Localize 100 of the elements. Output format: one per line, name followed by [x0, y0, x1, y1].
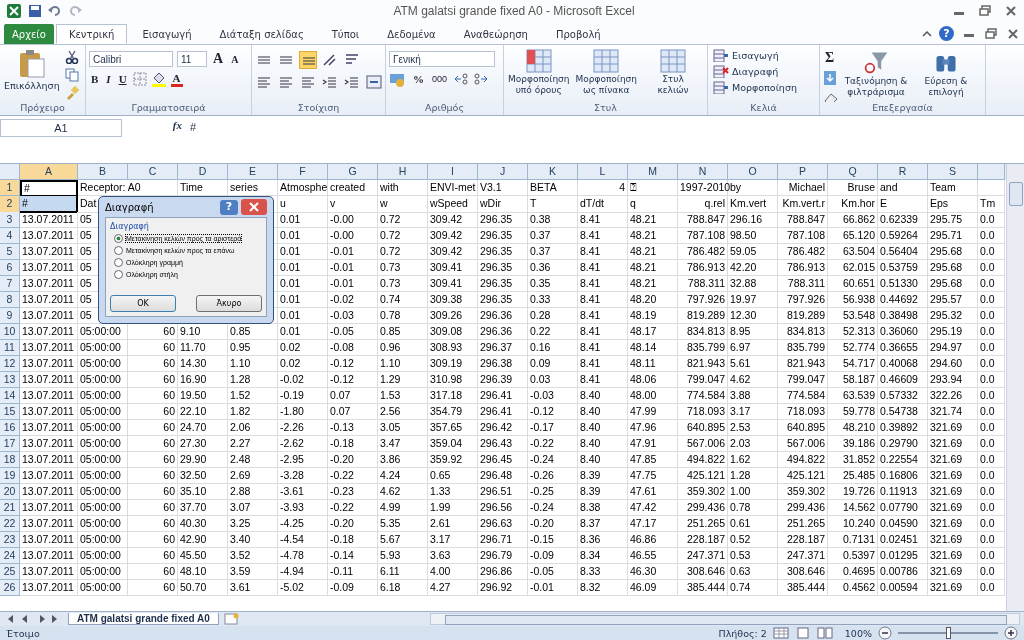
zoom-slider[interactable]	[946, 627, 951, 639]
cells-button[interactable]: Εισαγωγή	[711, 47, 781, 63]
number-format-field[interactable]: Γενική	[389, 51, 495, 67]
column-header[interactable]: K	[528, 164, 578, 180]
column-header[interactable]: E	[228, 164, 278, 180]
row-header[interactable]: 20	[0, 484, 20, 500]
ribbon-tab[interactable]: Αναθεώρηση	[450, 24, 541, 44]
paste-button[interactable]: Επικόλληση	[3, 47, 61, 93]
sort-filter-button[interactable]: Ταξινόμηση & φιλτράρισμα	[843, 47, 909, 100]
row-header[interactable]: 24	[0, 548, 20, 564]
font-name-field[interactable]: Calibri	[89, 51, 173, 67]
redo-icon[interactable]	[68, 4, 82, 18]
new-sheet-icon[interactable]	[222, 613, 241, 625]
formula-field[interactable]: #	[190, 119, 1024, 135]
row-header[interactable]: 25	[0, 564, 20, 580]
row-header[interactable]: 6	[0, 260, 20, 276]
page-layout-icon[interactable]	[794, 627, 811, 639]
fill-color-icon[interactable]	[150, 71, 167, 87]
ribbon-tab[interactable]: Δεδομένα	[374, 24, 449, 44]
row-header[interactable]: 3	[0, 212, 20, 228]
column-header[interactable]: P	[778, 164, 828, 180]
row-header[interactable]: 8	[0, 292, 20, 308]
row-header[interactable]: 23	[0, 532, 20, 548]
font-size-field[interactable]: 11	[177, 51, 207, 67]
cells-button[interactable]: Μορφοποίηση	[711, 79, 799, 95]
column-header[interactable]: C	[128, 164, 178, 180]
thousands-button[interactable]: 000	[430, 74, 450, 84]
increase-decimal-icon[interactable]	[453, 71, 470, 87]
ribbon-tab[interactable]: Προβολή	[542, 24, 614, 44]
merge-cells-icon[interactable]	[365, 73, 382, 91]
horizontal-scrollbar[interactable]	[430, 613, 1020, 625]
sheet-tab[interactable]: ATM galatsi grande fixed A0	[68, 613, 219, 625]
page-break-icon[interactable]	[816, 627, 833, 639]
restore-icon[interactable]	[978, 5, 992, 17]
row-header[interactable]: 12	[0, 356, 20, 372]
column-header[interactable]: S	[928, 164, 978, 180]
fill-down-icon[interactable]	[823, 70, 839, 86]
row-header[interactable]: 22	[0, 516, 20, 532]
close-button[interactable]	[241, 199, 267, 215]
row-header[interactable]: 15	[0, 404, 20, 420]
column-header[interactable]: I	[428, 164, 478, 180]
dialog-button[interactable]: Άκυρο	[196, 295, 262, 312]
zoom-out-icon[interactable]	[878, 626, 892, 640]
currency-icon[interactable]	[389, 71, 407, 87]
row-header[interactable]: 11	[0, 340, 20, 356]
grow-font-button[interactable]: A	[211, 51, 226, 67]
column-header[interactable]: R	[878, 164, 928, 180]
radio-button[interactable]	[114, 258, 123, 267]
cells-button[interactable]: Διαγραφή	[711, 63, 781, 79]
column-header[interactable]: F	[278, 164, 328, 180]
column-header[interactable]: M	[628, 164, 678, 180]
normal-view-icon[interactable]	[772, 627, 789, 639]
vertical-scrollbar[interactable]	[1006, 164, 1024, 611]
row-header[interactable]: 1	[0, 180, 20, 196]
help-button[interactable]: ?	[939, 26, 954, 41]
ribbon-tab[interactable]: Διάταξη σελίδας	[206, 24, 317, 44]
column-header[interactable]: B	[78, 164, 128, 180]
dialog-button[interactable]: OK	[110, 295, 176, 312]
row-header[interactable]: 14	[0, 388, 20, 404]
row-header[interactable]: 26	[0, 580, 20, 596]
column-header[interactable]: L	[578, 164, 628, 180]
radio-button[interactable]	[114, 246, 123, 255]
radio-button[interactable]	[114, 270, 123, 279]
zoom-level[interactable]: 100%	[844, 627, 872, 639]
row-header[interactable]: 4	[0, 228, 20, 244]
row-header[interactable]: 18	[0, 452, 20, 468]
radio-button[interactable]	[114, 234, 123, 243]
column-header[interactable]: J	[478, 164, 528, 180]
styles-button[interactable]: Μορφοποίηση ως πίνακα	[574, 47, 639, 98]
row-header[interactable]: 7	[0, 276, 20, 292]
scissors-icon[interactable]	[64, 50, 79, 64]
ribbon-tab[interactable]: Εισαγωγή	[129, 24, 205, 44]
row-header[interactable]: 17	[0, 436, 20, 452]
column-header[interactable]: H	[378, 164, 428, 180]
font-color-button[interactable]: A	[170, 71, 183, 87]
row-header[interactable]: 16	[0, 420, 20, 436]
underline-button[interactable]: U	[116, 73, 129, 85]
find-select-button[interactable]: Εύρεση & επιλογή	[913, 47, 979, 100]
row-header[interactable]: 9	[0, 308, 20, 324]
column-header[interactable]: D	[178, 164, 228, 180]
undo-icon[interactable]	[48, 4, 62, 18]
name-box[interactable]: A1	[0, 119, 122, 137]
column-header[interactable]: O	[728, 164, 778, 180]
help-button[interactable]: ?	[220, 199, 238, 215]
shrink-font-button[interactable]: A	[229, 53, 241, 65]
styles-button[interactable]: Στυλ κελιών	[642, 47, 704, 98]
ribbon-tab[interactable]: Τύποι	[318, 24, 373, 44]
row-header[interactable]: 10	[0, 324, 20, 340]
percent-button[interactable]: %	[411, 73, 426, 85]
save-icon[interactable]	[28, 4, 42, 18]
row-header[interactable]: 5	[0, 244, 20, 260]
column-header[interactable]: Q	[828, 164, 878, 180]
file-tab[interactable]: Αρχείο	[4, 24, 54, 44]
close-icon[interactable]	[1004, 5, 1018, 17]
column-header[interactable]: N	[678, 164, 728, 180]
insert-function-button[interactable]: fx	[126, 119, 186, 131]
column-header[interactable]: A	[20, 164, 78, 180]
ribbon-tab[interactable]: Κεντρική	[55, 24, 128, 44]
row-header[interactable]: 19	[0, 468, 20, 484]
zoom-in-icon[interactable]	[1004, 626, 1018, 640]
